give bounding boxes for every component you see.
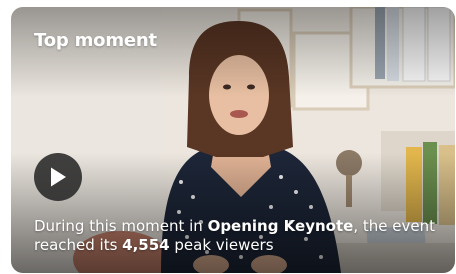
top-gradient-overlay (11, 7, 455, 97)
event-name: Opening Keynote (207, 217, 354, 235)
peak-viewers-count: 4,554 (122, 236, 170, 254)
card-title: Top moment (34, 30, 157, 51)
play-button[interactable] (34, 153, 82, 201)
play-icon (51, 167, 66, 187)
caption-suffix: peak viewers (169, 236, 274, 254)
moment-caption: During this moment in Opening Keynote, t… (34, 217, 437, 255)
top-moment-card[interactable]: Top moment During this moment in Opening… (11, 7, 455, 273)
caption-prefix: During this moment in (34, 217, 208, 235)
